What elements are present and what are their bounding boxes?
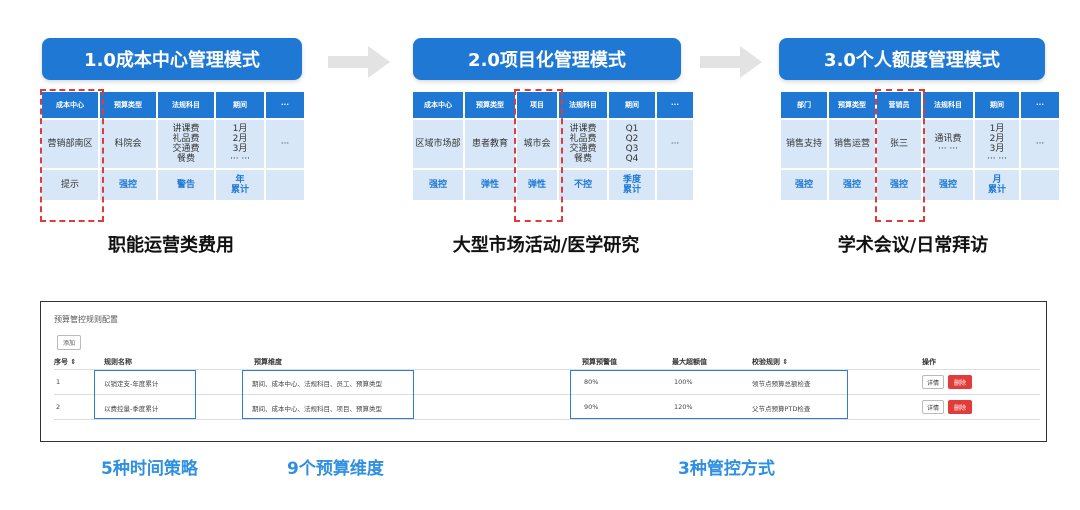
panel-title: 预算管控规则配置: [54, 315, 118, 324]
highlight-time-strategy: [94, 370, 196, 419]
table-cell: [1021, 170, 1059, 200]
table-cell: 销售运营: [829, 120, 875, 168]
table-cell: Q1 Q2 Q3 Q4: [609, 120, 655, 168]
highlight-frame: [875, 89, 925, 222]
table-cell: [657, 170, 693, 200]
table-cell: 讲课费 礼品费 交通费 餐费: [158, 120, 214, 168]
table-header: 成本中心: [413, 92, 463, 118]
table-cell: [266, 170, 304, 200]
table-cell: 月 累计: [975, 170, 1019, 200]
table-cell: 强控: [781, 170, 827, 200]
divider: [54, 419, 1040, 420]
table-cell: 1月 2月 3月 ··· ···: [216, 120, 264, 168]
add-button[interactable]: 添加: [57, 335, 81, 350]
row-index: 2: [56, 403, 61, 411]
table-header: 法规科目: [923, 92, 973, 118]
table-cell: 不控: [559, 170, 607, 200]
table-header: 期间: [975, 92, 1019, 118]
column-header-warning: 预算预警值: [582, 358, 617, 366]
table-cell: 季度 累计: [609, 170, 655, 200]
table-cell: 强控: [829, 170, 875, 200]
mode1-caption: 职能运营类费用: [108, 235, 234, 256]
label-control-modes: 3种管控方式: [678, 459, 775, 479]
divider: [54, 369, 1040, 370]
table-header: ···: [657, 92, 693, 118]
highlight-budget-dimensions: [242, 370, 414, 419]
column-header-max: 最大超额值: [672, 358, 707, 366]
column-header-name: 规则名称: [104, 358, 132, 366]
table-header: 法规科目: [158, 92, 214, 118]
table-cell: 弹性: [465, 170, 515, 200]
table-cell: 强控: [413, 170, 463, 200]
table-cell: 科院会: [100, 120, 156, 168]
table-header: 预算类型: [465, 92, 515, 118]
table-cell: 通讯费 ··· ···: [923, 120, 973, 168]
rule-config-panel: 预算管控规则配置 添加 序号 ⇕ 规则名称 预算维度 预算预警值 最大超额值 校…: [40, 301, 1047, 442]
table-cell: ···: [1021, 120, 1059, 168]
highlight-frame: [40, 89, 104, 222]
mode2-title: 2.0项目化管理模式: [413, 38, 681, 80]
mode3-title: 3.0个人额度管理模式: [779, 38, 1045, 80]
table-cell: 强控: [923, 170, 973, 200]
table-cell: ···: [266, 120, 304, 168]
label-time-strategy: 5种时间策略: [101, 459, 198, 479]
column-header-dimension: 预算维度: [254, 358, 282, 366]
table-header: 期间: [609, 92, 655, 118]
column-header-actions: 操作: [922, 358, 936, 366]
table-cell: 讲课费 礼品费 交通费 餐费: [559, 120, 607, 168]
table-header: 期间: [216, 92, 264, 118]
label-budget-dimensions: 9个预算维度: [287, 459, 384, 479]
mode3-caption: 学术会议/日常拜访: [837, 235, 989, 256]
table-cell: 患者教育: [465, 120, 515, 168]
table-header: 预算类型: [829, 92, 875, 118]
table-cell: 警告: [158, 170, 214, 200]
row-index: 1: [56, 378, 61, 386]
table-cell: 强控: [100, 170, 156, 200]
arrow-right-icon: [700, 46, 762, 78]
column-header-check-rule[interactable]: 校验规则 ⇕: [752, 357, 788, 367]
divider: [54, 394, 1040, 395]
table-cell: 1月 2月 3月 ··· ···: [975, 120, 1019, 168]
mode2-caption: 大型市场活动/医学研究: [452, 235, 640, 256]
table-cell: ···: [657, 120, 693, 168]
mode1-title: 1.0成本中心管理模式: [42, 38, 302, 80]
table-header: ···: [1021, 92, 1059, 118]
detail-button[interactable]: 详情: [922, 375, 944, 389]
delete-button[interactable]: 删除: [948, 400, 972, 414]
table-header: 预算类型: [100, 92, 156, 118]
column-header-index[interactable]: 序号 ⇕: [54, 357, 76, 367]
highlight-control-modes: [570, 370, 848, 419]
table-header: 部门: [781, 92, 827, 118]
detail-button[interactable]: 详情: [922, 400, 944, 414]
highlight-frame: [514, 89, 563, 222]
table-cell: 区域市场部: [413, 120, 463, 168]
table-header: 法规科目: [559, 92, 607, 118]
table-header: ···: [266, 92, 304, 118]
table-cell: 年 累计: [216, 170, 264, 200]
table-cell: 销售支持: [781, 120, 827, 168]
delete-button[interactable]: 删除: [948, 375, 972, 389]
arrow-right-icon: [328, 46, 390, 78]
